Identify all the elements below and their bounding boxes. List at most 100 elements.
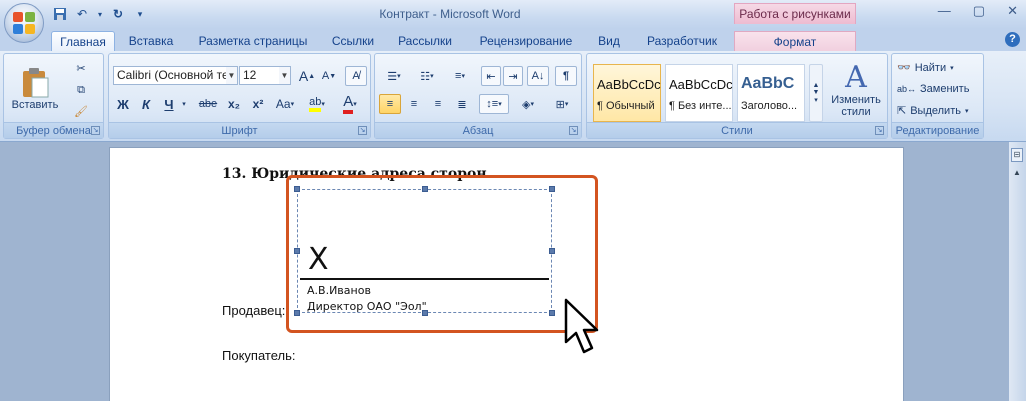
superscript-button[interactable]: x²: [247, 94, 269, 114]
window-controls: — ▢ ✕: [938, 3, 1018, 19]
shrink-font-button[interactable]: A ▼: [319, 66, 339, 86]
clear-formatting-icon[interactable]: A̸: [345, 66, 367, 86]
replace-button[interactable]: ab↔ Заменить: [896, 79, 981, 98]
change-case-button[interactable]: Aa ▾: [271, 94, 299, 114]
paste-button[interactable]: Вставить: [8, 58, 62, 120]
sort-icon[interactable]: A↓: [527, 66, 549, 86]
font-name-combo[interactable]: Calibri (Основной те ▼: [113, 66, 238, 85]
font-color-button[interactable]: A ▾: [335, 92, 365, 116]
buyer-label: Покупатель:: [222, 348, 296, 363]
style-normal[interactable]: AaBbCcDc ¶ Обычный: [593, 64, 661, 122]
picture-tools-header: Работа с рисунками: [734, 3, 856, 24]
borders-icon[interactable]: ⊞ ▾: [547, 94, 577, 114]
binoculars-icon: 👓: [897, 62, 911, 74]
paragraph-launcher-icon[interactable]: ↘: [569, 126, 578, 135]
maximize-icon[interactable]: ▢: [973, 3, 985, 19]
select-label: Выделить: [910, 104, 961, 117]
shading-icon[interactable]: ◈ ▾: [513, 94, 543, 114]
select-button[interactable]: ⇱ Выделить ▾: [896, 101, 981, 120]
clipboard-group-label: Буфер обмена: [4, 122, 103, 138]
scroll-up-icon: ▲: [812, 82, 820, 89]
styles-group-label: Стили: [587, 122, 887, 138]
paragraph-group: ☰ ▾ ☷ ▾ ≡ ▾ ⇤ ⇥ A↓ ¶ ≡ ≡ ≡ ≣ ↕≡ ▾ ◈ ▾ ⊞ ▾ Абза…: [374, 53, 582, 139]
mouse-cursor-icon: [564, 298, 599, 354]
align-right-icon[interactable]: ≡: [427, 94, 449, 114]
tab-developer[interactable]: Разработчик: [640, 31, 724, 51]
bold-button[interactable]: Ж: [113, 94, 133, 114]
tab-view[interactable]: Вид: [590, 31, 628, 51]
font-group: Calibri (Основной те ▼ 12 ▼ A ▲ A ▼ A̸ Ж К…: [108, 53, 371, 139]
multilevel-list-icon[interactable]: ≡ ▾: [445, 66, 475, 86]
align-center-icon[interactable]: ≡: [403, 94, 425, 114]
grow-font-button[interactable]: A ▲: [297, 66, 317, 86]
show-marks-button[interactable]: ¶: [555, 66, 577, 86]
tab-home[interactable]: Главная: [51, 31, 115, 51]
change-case-label: Aa: [275, 97, 291, 111]
strikethrough-button[interactable]: abe: [195, 94, 221, 114]
replace-icon: ab↔: [897, 83, 917, 94]
title-bar: ↶ ▾ ↻ ▾ Контракт - Microsoft Word Работа…: [0, 0, 1026, 29]
copy-icon[interactable]: ⧉: [70, 80, 92, 100]
font-launcher-icon[interactable]: ↘: [358, 126, 367, 135]
cut-icon[interactable]: ✂: [70, 58, 92, 78]
bullets-icon[interactable]: ☰ ▾: [379, 66, 409, 86]
find-label: Найти: [914, 61, 947, 74]
minimize-icon[interactable]: —: [938, 3, 951, 19]
font-name-value: Calibri (Основной те: [117, 68, 229, 82]
tab-references[interactable]: Ссылки: [325, 31, 381, 51]
style-heading-1[interactable]: AaBbC Заголово...: [737, 64, 805, 122]
format-painter-icon[interactable]: 🖌: [70, 101, 92, 121]
clipboard-launcher-icon[interactable]: ↘: [91, 126, 100, 135]
paste-label: Вставить: [11, 99, 59, 111]
seller-label: Продавец:: [222, 303, 286, 318]
highlight-button[interactable]: ab ▾: [303, 92, 331, 116]
editing-group: 👓 Найти ▾ ab↔ Заменить ⇱ Выделить ▾ Редактиро…: [891, 53, 984, 139]
highlight-frame: [286, 175, 598, 333]
styles-group: AaBbCcDc ¶ Обычный AaBbCcDc ¶ Без инте..…: [586, 53, 888, 139]
font-color-label: A: [343, 94, 354, 114]
subscript-button[interactable]: x₂: [223, 94, 245, 114]
paste-icon: [23, 68, 49, 98]
tab-insert[interactable]: Вставка: [122, 31, 180, 51]
scroll-up-icon[interactable]: ▲: [1010, 166, 1024, 180]
find-button[interactable]: 👓 Найти ▾: [896, 58, 981, 77]
underline-button[interactable]: Ч: [159, 94, 179, 114]
cursor-icon: ⇱: [897, 105, 907, 117]
more-icon: ▾: [814, 97, 818, 104]
office-button[interactable]: [4, 3, 44, 43]
style-sample: AaBbC: [741, 75, 795, 92]
italic-button[interactable]: К: [136, 94, 156, 114]
change-styles-icon: A: [845, 60, 867, 95]
style-sample: AaBbCcDc: [669, 77, 733, 92]
styles-launcher-icon[interactable]: ↘: [875, 126, 884, 135]
shrink-font-label: A: [321, 70, 330, 82]
font-size-value: 12: [243, 68, 257, 82]
styles-scroll[interactable]: ▲ ▼ ▾: [809, 64, 823, 122]
underline-dropdown-icon[interactable]: ▾: [179, 94, 189, 114]
help-icon[interactable]: ?: [1005, 32, 1020, 47]
font-size-combo[interactable]: 12 ▼: [239, 66, 291, 85]
clipboard-group: Вставить ✂ ⧉ 🖌 Буфер обмена ↘: [3, 53, 104, 139]
numbering-icon[interactable]: ☷ ▾: [412, 66, 442, 86]
align-left-icon[interactable]: ≡: [379, 94, 401, 114]
line-spacing-icon[interactable]: ↕≡ ▾: [479, 94, 509, 114]
vertical-scrollbar[interactable]: ⊟ ▲: [1008, 142, 1026, 401]
tab-format[interactable]: Формат: [734, 31, 856, 51]
scroll-down-icon: ▼: [812, 89, 820, 96]
tab-page-layout[interactable]: Разметка страницы: [193, 31, 313, 51]
justify-icon[interactable]: ≣: [451, 94, 473, 114]
paragraph-group-label: Абзац: [375, 122, 581, 138]
office-logo-icon: [13, 12, 35, 34]
grow-font-label: A: [298, 68, 309, 84]
tab-mailings[interactable]: Рассылки: [392, 31, 458, 51]
style-no-spacing[interactable]: AaBbCcDc ¶ Без инте...: [665, 64, 733, 122]
chevron-down-icon: ▼: [279, 67, 290, 84]
view-ruler-icon[interactable]: ⊟: [1011, 148, 1023, 162]
close-icon[interactable]: ✕: [1007, 3, 1018, 19]
decrease-indent-icon[interactable]: ⇤: [481, 66, 501, 86]
increase-indent-icon[interactable]: ⇥: [503, 66, 523, 86]
change-styles-label: Изменить стили: [831, 94, 881, 118]
change-styles-button[interactable]: A Изменить стили: [827, 58, 885, 122]
editing-group-label: Редактирование: [892, 122, 983, 138]
tab-review[interactable]: Рецензирование: [472, 31, 580, 51]
